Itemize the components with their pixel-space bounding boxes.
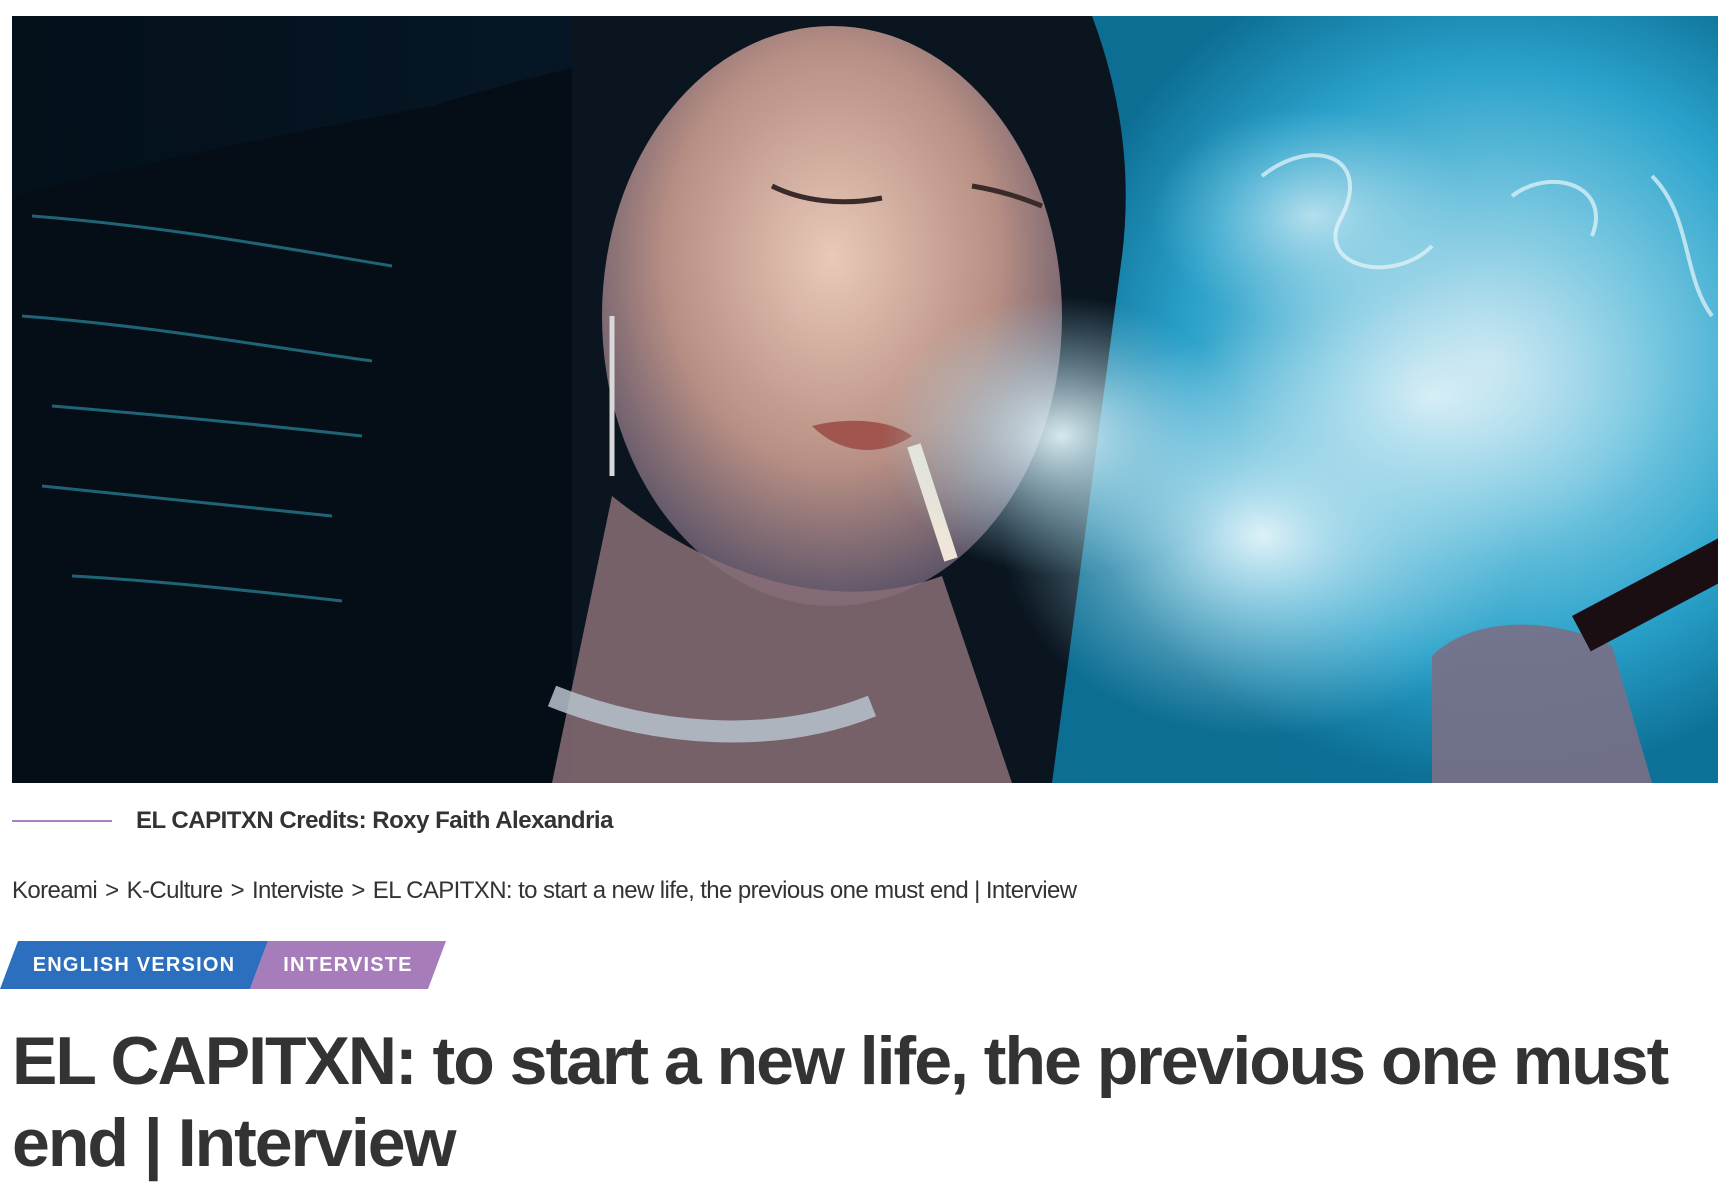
hero-image: [12, 16, 1718, 783]
article-page: EL CAPITXN Credits: Roxy Faith Alexandri…: [0, 0, 1734, 1188]
caption-text: EL CAPITXN Credits: Roxy Faith Alexandri…: [136, 807, 613, 834]
caption-accent-line: [12, 820, 112, 822]
breadcrumb: Koreami > K-Culture > Interviste > EL CA…: [12, 874, 1077, 908]
breadcrumb-interviste[interactable]: Interviste: [252, 877, 344, 905]
breadcrumb-separator: >: [351, 877, 365, 904]
breadcrumb-k-culture[interactable]: K-Culture: [127, 877, 224, 905]
tag-interviste[interactable]: INTERVISTE: [250, 941, 446, 989]
breadcrumb-current-page: EL CAPITXN: to start a new life, the pre…: [372, 877, 1077, 904]
image-caption: EL CAPITXN Credits: Roxy Faith Alexandri…: [12, 804, 613, 838]
article-title: EL CAPITXN: to start a new life, the pre…: [12, 1023, 1669, 1181]
hero-photo-graphic: [12, 16, 1718, 783]
breadcrumb-koreami[interactable]: Koreami: [12, 877, 98, 905]
breadcrumb-separator: >: [230, 877, 245, 904]
breadcrumb-separator: >: [105, 877, 119, 904]
tag-english-version[interactable]: ENGLISH VERSION: [0, 941, 268, 989]
